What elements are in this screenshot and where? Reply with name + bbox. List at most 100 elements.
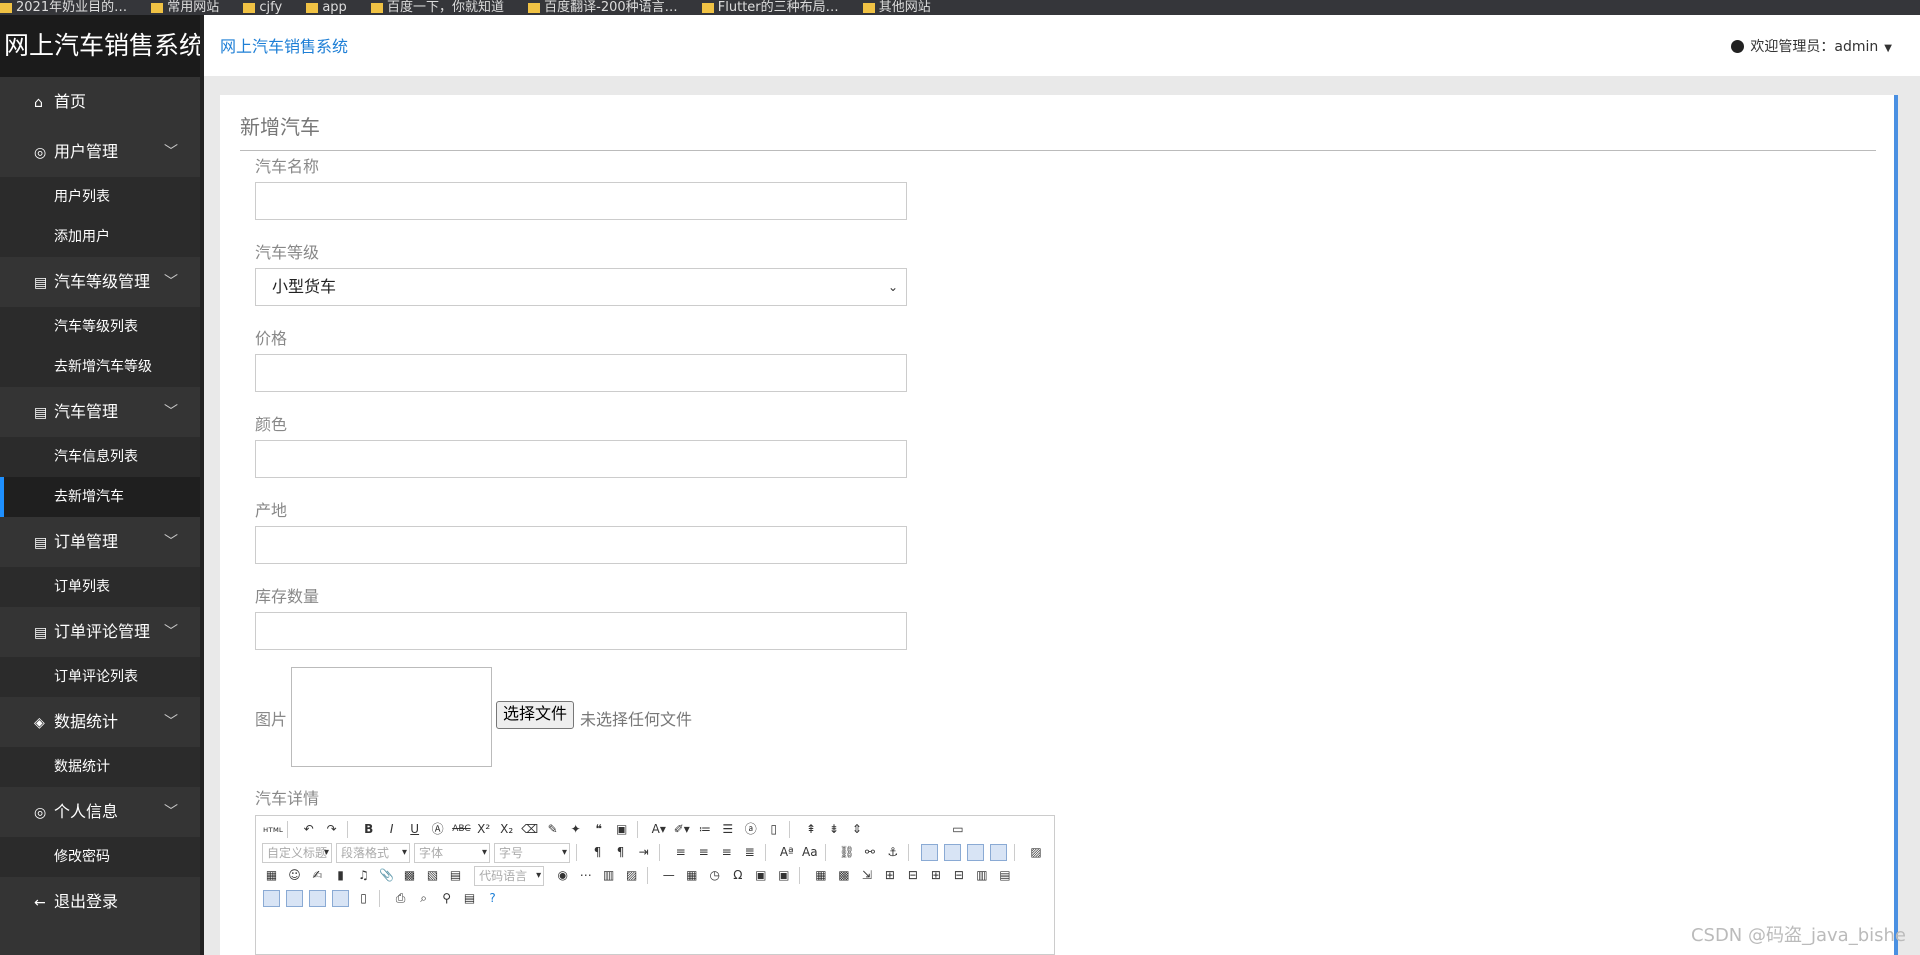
paragraph-format-dropdown[interactable]: 段落格式 (336, 843, 410, 863)
image-right-icon[interactable] (967, 844, 985, 861)
link-icon[interactable]: ⛓ (838, 844, 855, 861)
attachment-icon[interactable]: 📎 (378, 867, 395, 884)
preview-search-icon[interactable]: ⌕ (415, 890, 432, 907)
align-justify-icon[interactable]: ≣ (741, 844, 758, 861)
row-spacing-top-icon[interactable]: ⇞ (802, 821, 819, 838)
bookmark-item[interactable]: 常用网站 (151, 0, 219, 15)
scrawl-icon[interactable]: ✍ (309, 867, 326, 884)
insert-col-icon[interactable]: ⊞ (927, 867, 944, 884)
code-language-dropdown[interactable]: 代码语言 (474, 866, 545, 886)
redo-icon[interactable]: ↷ (323, 821, 340, 838)
snapscreen-icon[interactable]: ▣ (752, 867, 769, 884)
row-spacing-bottom-icon[interactable]: ⇟ (825, 821, 842, 838)
align-left-icon[interactable]: ≡ (672, 844, 689, 861)
align-center-icon[interactable]: ≡ (695, 844, 712, 861)
auto-format-icon[interactable]: ✦ (567, 821, 584, 838)
superscript-icon[interactable]: X² (475, 821, 492, 838)
time-icon[interactable]: ◷ (706, 867, 723, 884)
sidebar-group-order-comments[interactable]: ▤ 订单评论管理 ﹀ (0, 607, 200, 657)
italic-icon[interactable]: I (383, 821, 400, 838)
sidebar-item-comment-list[interactable]: 订单评论列表 (0, 657, 200, 697)
line-height-icon[interactable]: ⇕ (848, 821, 865, 838)
merge-cells-icon[interactable]: ▥ (973, 867, 990, 884)
sidebar-item-user-list[interactable]: 用户列表 (0, 177, 200, 217)
image-center-icon[interactable] (990, 844, 1008, 861)
align-right-icon[interactable]: ≡ (718, 844, 735, 861)
split-cells-icon[interactable] (286, 890, 303, 907)
sidebar-item-home[interactable]: ⌂ 首页 (0, 77, 200, 127)
rich-text-editor[interactable]: ʜᴛᴍʟ ↶ ↷ B I U Ⓐ ABC X² X₂ ⌫ ✎ ✦ ❝ ▣ A▾ ✐▾ ≔ ☰ ⓐ ▯ ⇞ ⇟ ⇕ ▭ … (255, 815, 1055, 955)
bookmark-item[interactable]: 2021年奶业目的… (0, 0, 127, 15)
user-menu[interactable]: 欢迎管理员：admin ▼ (1731, 36, 1892, 56)
split-cols-icon[interactable] (332, 890, 349, 907)
merge-right-icon[interactable]: ▤ (996, 867, 1013, 884)
sidebar-group-cars[interactable]: ▤ 汽车管理 ﹀ (0, 387, 200, 437)
price-input[interactable] (255, 354, 907, 392)
map-icon[interactable]: ▩ (401, 867, 418, 884)
template-icon[interactable]: ▥ (600, 867, 617, 884)
date-icon[interactable]: ▦ (683, 867, 700, 884)
ordered-list-icon[interactable]: ≔ (696, 821, 713, 838)
sidebar-group-orders[interactable]: ▤ 订单管理 ﹀ (0, 517, 200, 567)
font-color-icon[interactable]: A▾ (650, 821, 667, 838)
sidebar-group-users[interactable]: ◎ 用户管理 ﹀ (0, 127, 200, 177)
background-icon[interactable]: ▨ (623, 867, 640, 884)
bookmark-item[interactable]: 百度翻译-200种语言… (528, 0, 678, 15)
split-rows-icon[interactable] (309, 890, 326, 907)
underline-icon[interactable]: U (406, 821, 423, 838)
search-replace-icon[interactable]: ⚲ (438, 890, 455, 907)
subscript-icon[interactable]: X₂ (498, 821, 515, 838)
highlight-color-icon[interactable]: ✐▾ (673, 821, 690, 838)
iframe-icon[interactable]: ▤ (447, 867, 464, 884)
anchor-icon[interactable]: ⚓ (884, 844, 901, 861)
car-name-input[interactable] (255, 182, 907, 220)
eraser-icon[interactable]: ⌫ (521, 821, 538, 838)
horizontal-rule-icon[interactable]: — (660, 867, 677, 884)
sidebar-group-profile[interactable]: ◎ 个人信息 ﹀ (0, 787, 200, 837)
print-icon[interactable]: ⎙ (392, 890, 409, 907)
page-scrollbar[interactable] (1914, 76, 1920, 955)
ltr-icon[interactable]: ¶ (589, 844, 606, 861)
delete-table-icon[interactable]: ▩ (835, 867, 852, 884)
word-image-icon[interactable]: ▣ (775, 867, 792, 884)
insert-row-icon[interactable]: ⊞ (881, 867, 898, 884)
sidebar-item-car-list[interactable]: 汽车信息列表 (0, 437, 200, 477)
image-upload-icon[interactable]: ▦ (263, 867, 280, 884)
paste-plain-icon[interactable]: ▣ (613, 821, 630, 838)
bookmark-item[interactable]: app (306, 0, 347, 15)
unlink-icon[interactable]: ⚯ (861, 844, 878, 861)
sidebar-item-logout[interactable]: ← 退出登录 (0, 877, 200, 927)
color-input[interactable] (255, 440, 907, 478)
lowercase-icon[interactable]: Aa (801, 844, 818, 861)
custom-title-dropdown[interactable]: 自定义标题 (262, 843, 332, 863)
video-icon[interactable]: ▮ (332, 867, 349, 884)
drafts-icon[interactable]: ▤ (461, 890, 478, 907)
page-break-icon[interactable]: ⋯ (577, 867, 594, 884)
bookmark-item[interactable]: 其他网站 (862, 0, 931, 15)
rtl-icon[interactable]: ¶ (612, 844, 629, 861)
insert-image-icon[interactable]: ▨ (1028, 844, 1045, 861)
music-icon[interactable]: ♫ (355, 867, 372, 884)
bookmark-item[interactable]: 百度一下，你就知道 (370, 0, 504, 15)
unordered-list-icon[interactable]: ☰ (719, 821, 736, 838)
sidebar-item-grade-list[interactable]: 汽车等级列表 (0, 307, 200, 347)
sidebar-item-add-grade[interactable]: 去新增汽车等级 (0, 347, 200, 387)
stock-input[interactable] (255, 612, 907, 650)
select-all-icon[interactable]: ⓐ (742, 821, 759, 838)
origin-input[interactable] (255, 526, 907, 564)
sidebar-item-add-user[interactable]: 添加用户 (0, 217, 200, 257)
preview-icon[interactable]: ▭ (949, 821, 966, 838)
insert-paragraph-icon[interactable]: ⇲ (858, 867, 875, 884)
font-family-dropdown[interactable]: 字体 (414, 843, 490, 863)
image-none-icon[interactable] (921, 844, 939, 861)
help-icon[interactable]: ? (484, 890, 501, 907)
sidebar-item-change-password[interactable]: 修改密码 (0, 837, 200, 877)
sidebar-item-stats[interactable]: 数据统计 (0, 747, 200, 787)
strikethrough-icon[interactable]: ABC (452, 821, 470, 838)
bold-icon[interactable]: B (360, 821, 377, 838)
font-border-icon[interactable]: Ⓐ (429, 821, 446, 838)
clear-doc-icon[interactable]: ▯ (765, 821, 782, 838)
sidebar-group-stats[interactable]: ◈ 数据统计 ﹀ (0, 697, 200, 747)
delete-row-icon[interactable]: ⊟ (904, 867, 921, 884)
web-icon[interactable]: ◉ (554, 867, 571, 884)
